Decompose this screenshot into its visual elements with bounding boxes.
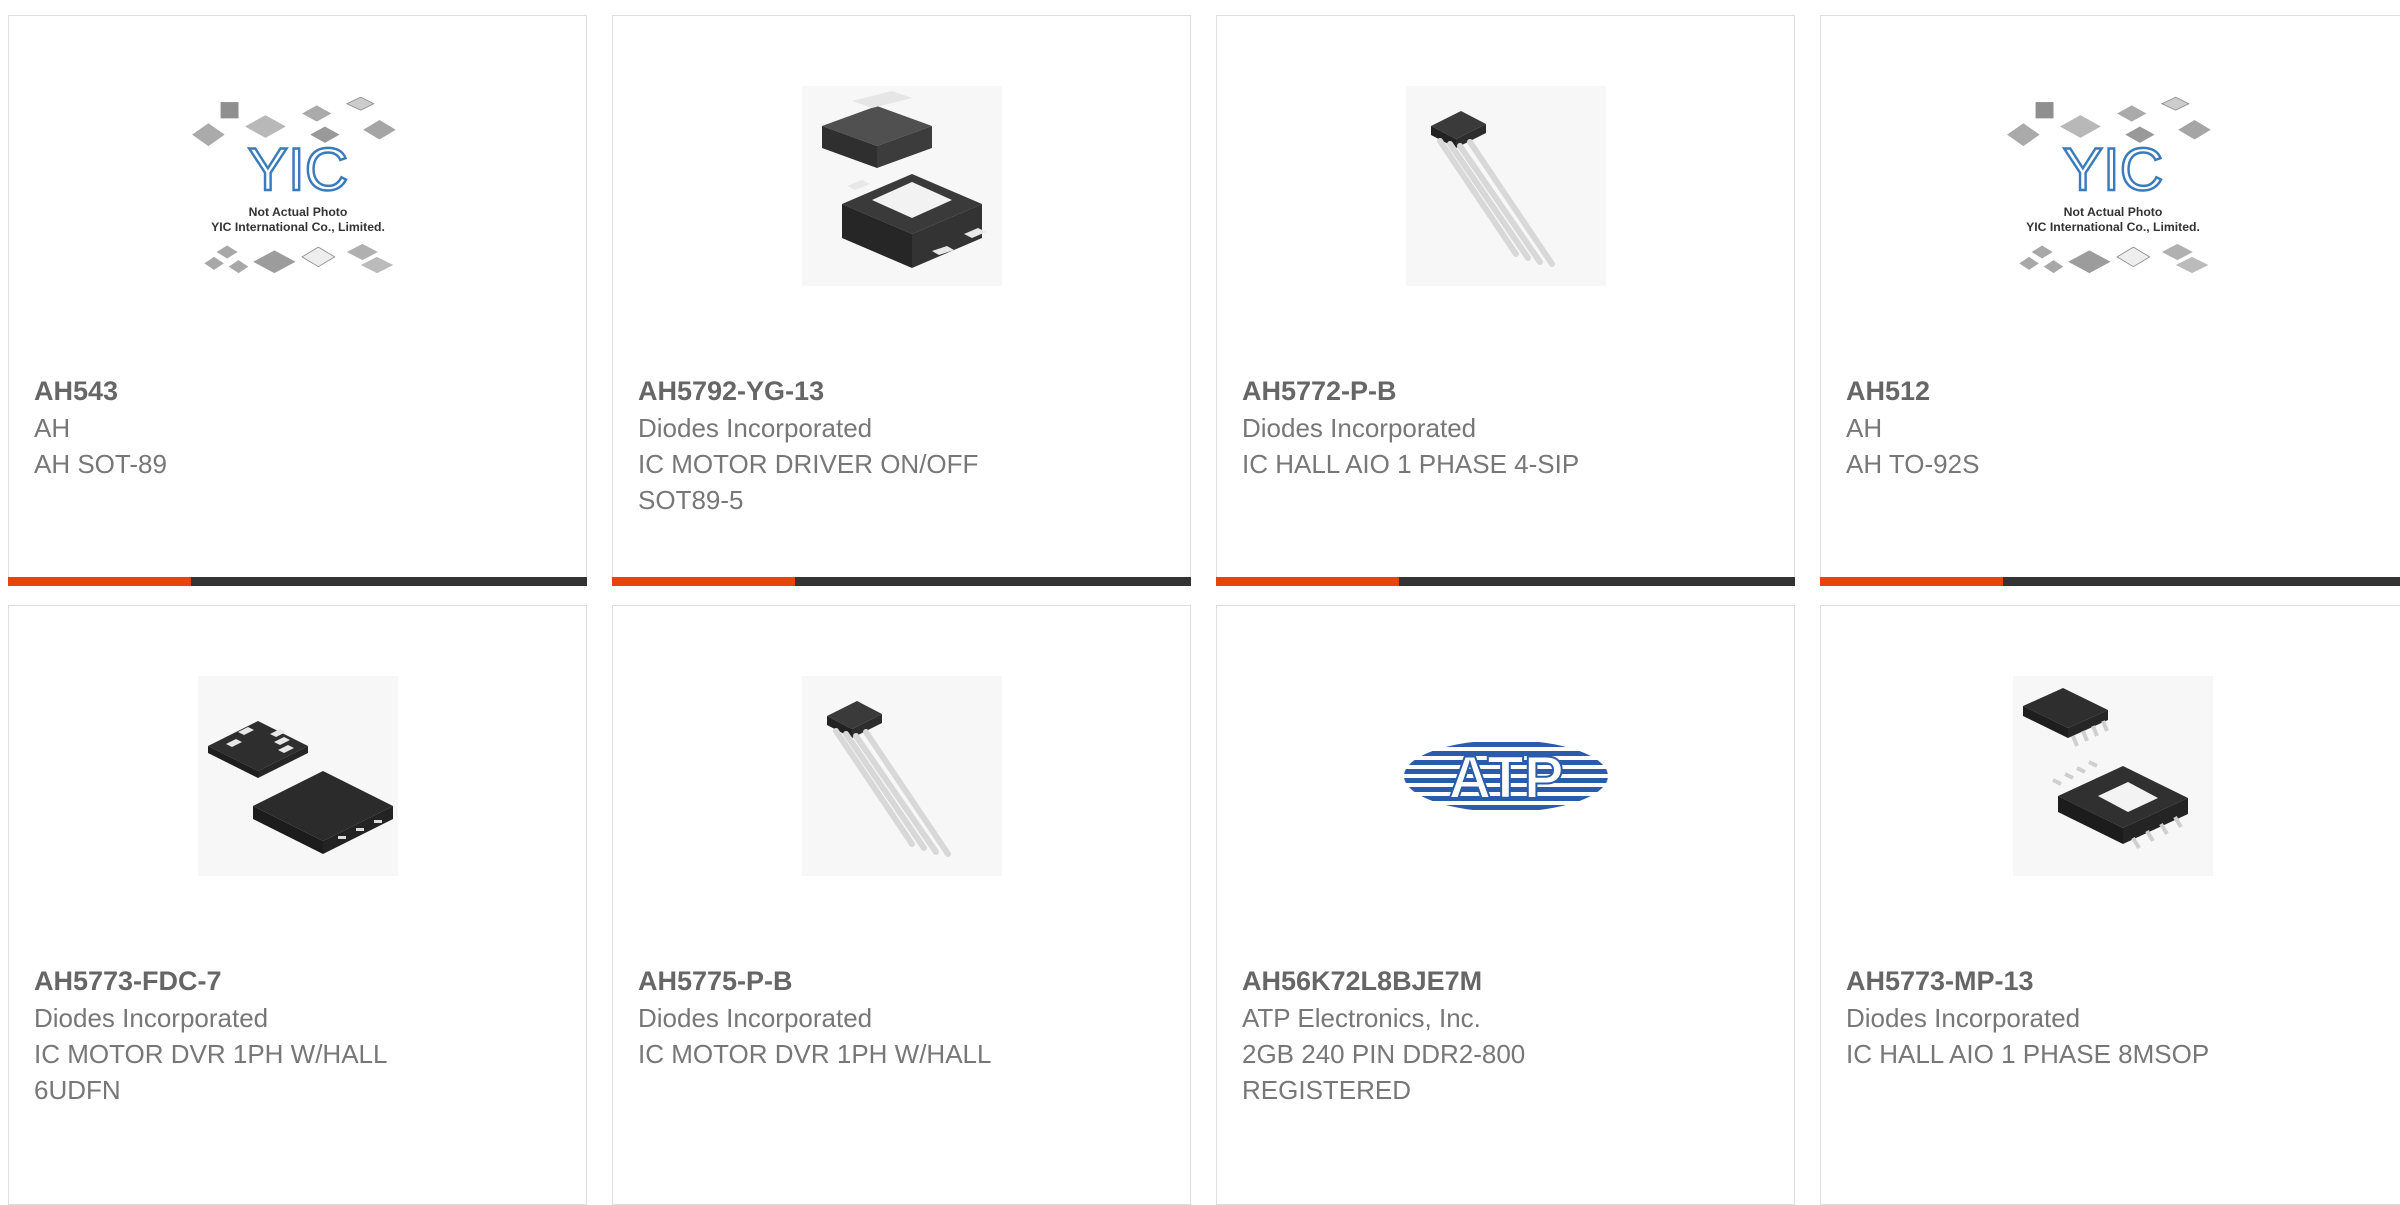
svg-text:YIC: YIC [2063, 135, 2164, 203]
product-card[interactable]: ATP AH56K72L8BJE7M ATP Electronics, Inc.… [1216, 605, 1795, 1205]
description: IC MOTOR DRIVER ON/OFF SOT89-5 [638, 449, 979, 515]
manufacturer: Diodes Incorporated [1846, 1003, 2081, 1033]
part-number[interactable]: AH5772-P-B [1242, 372, 1774, 410]
card-bottom-bar [1820, 577, 2400, 586]
sip4-package-image[interactable] [1396, 85, 1616, 287]
card-accent [1820, 577, 2003, 586]
description: IC HALL AIO 1 PHASE 8MSOP [1846, 1039, 2210, 1069]
part-number[interactable]: AH5773-FDC-7 [34, 962, 566, 1000]
part-number[interactable]: AH5792-YG-13 [638, 372, 1170, 410]
part-number[interactable]: AH5775-P-B [638, 962, 1170, 1000]
yic-not-actual-photo-image[interactable]: YIC Not Actual Photo YIC International C… [188, 85, 408, 287]
description: AH SOT-89 [34, 449, 167, 479]
product-card[interactable]: AH5775-P-B Diodes Incorporated IC MOTOR … [612, 605, 1191, 1205]
udfn-package-image[interactable] [188, 675, 408, 877]
manufacturer: Diodes Incorporated [638, 1003, 873, 1033]
part-number[interactable]: AH543 [34, 372, 566, 410]
description: IC HALL AIO 1 PHASE 4-SIP [1242, 449, 1580, 479]
card-accent [612, 577, 795, 586]
product-card[interactable]: AH5772-P-B Diodes Incorporated IC HALL A… [1216, 15, 1795, 586]
card-bottom-bar [8, 577, 587, 586]
svg-text:YIC: YIC [247, 135, 348, 203]
svg-text:Not Actual Photo: Not Actual Photo [248, 205, 347, 219]
product-card[interactable]: YIC Not Actual Photo YIC International C… [8, 15, 587, 586]
yic-not-actual-photo-image[interactable]: YIC Not Actual Photo YIC International C… [2003, 85, 2223, 287]
manufacturer: Diodes Incorporated [1242, 413, 1477, 443]
manufacturer: ATP Electronics, Inc. [1242, 1003, 1481, 1033]
description: IC MOTOR DVR 1PH W/HALL [638, 1039, 992, 1069]
manufacturer: AH [34, 413, 71, 443]
part-number[interactable]: AH5773-MP-13 [1846, 962, 2385, 1000]
manufacturer: Diodes Incorporated [638, 413, 873, 443]
sip4-package-image[interactable] [792, 675, 1012, 877]
msop-package-image[interactable] [2003, 675, 2223, 877]
part-number[interactable]: AH512 [1846, 372, 2385, 410]
card-bottom-bar [1216, 577, 1795, 586]
svg-text:YIC International Co., Limited: YIC International Co., Limited. [2026, 220, 2200, 234]
card-bottom-bar [612, 577, 1191, 586]
card-accent [8, 577, 191, 586]
manufacturer: AH [1846, 413, 1883, 443]
description: AH TO-92S [1846, 449, 1980, 479]
atp-logo-image[interactable]: ATP [1396, 675, 1616, 877]
product-card[interactable]: AH5773-MP-13 Diodes Incorporated IC HALL… [1820, 605, 2400, 1205]
card-accent [1216, 577, 1399, 586]
svg-text:Not Actual Photo: Not Actual Photo [2064, 205, 2163, 219]
manufacturer: Diodes Incorporated [34, 1003, 269, 1033]
part-number[interactable]: AH56K72L8BJE7M [1242, 962, 1774, 1000]
svg-text:YIC International Co., Limited: YIC International Co., Limited. [211, 220, 385, 234]
svg-text:ATP: ATP [1448, 744, 1564, 811]
product-card[interactable]: YIC Not Actual Photo YIC International C… [1820, 15, 2400, 586]
product-card[interactable]: AH5792-YG-13 Diodes Incorporated IC MOTO… [612, 15, 1191, 586]
description: IC MOTOR DVR 1PH W/HALL 6UDFN [34, 1039, 387, 1105]
sot89-package-image[interactable] [792, 85, 1012, 287]
product-card[interactable]: AH5773-FDC-7 Diodes Incorporated IC MOTO… [8, 605, 587, 1205]
description: 2GB 240 PIN DDR2-800 REGISTERED [1242, 1039, 1526, 1105]
